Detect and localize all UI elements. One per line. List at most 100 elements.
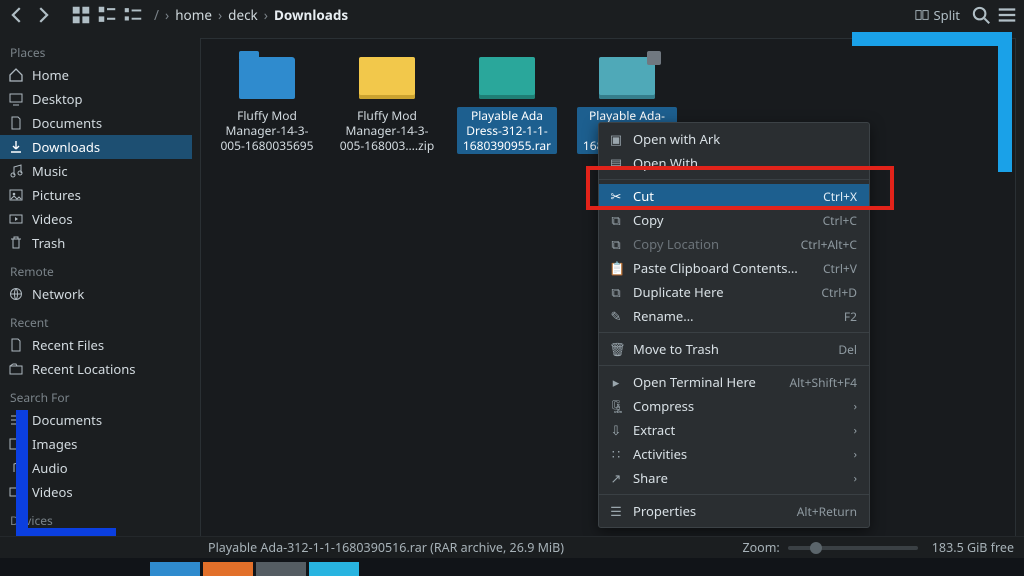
file-item-selected[interactable]: Playable Ada Dress-312-1-1-1680390955.ra… <box>457 57 557 154</box>
copy-location-icon: ⧉ <box>609 235 623 253</box>
sidebar-header-remote: Remote <box>0 255 192 282</box>
sidebar-item-recent-files[interactable]: Recent Files <box>0 333 192 357</box>
search-documents-icon <box>8 412 24 428</box>
taskbar-app[interactable] <box>256 562 306 576</box>
ctx-properties[interactable]: ☰PropertiesAlt+Return <box>599 499 869 523</box>
shortcut: Ctrl+V <box>823 260 857 277</box>
search-button[interactable] <box>970 4 992 26</box>
sidebar-search-documents[interactable]: Documents <box>0 408 192 432</box>
crumb-sep-icon: › <box>165 6 169 24</box>
sidebar-item-label: Home <box>32 66 69 84</box>
sidebar-item-label: Audio <box>32 459 68 477</box>
sidebar-item-label: Pictures <box>32 186 81 204</box>
search-images-icon <box>8 436 24 452</box>
taskbar-app[interactable] <box>309 562 359 576</box>
nav-back-button[interactable] <box>6 4 28 26</box>
ctx-duplicate[interactable]: ⧉Duplicate HereCtrl+D <box>599 280 869 304</box>
sidebar-item-home[interactable]: Home <box>0 63 192 87</box>
zoom-slider[interactable] <box>788 546 918 550</box>
sidebar-item-label: Trash <box>32 234 65 252</box>
sidebar-search-audio[interactable]: Audio <box>0 456 192 480</box>
videos-icon <box>8 211 24 227</box>
zoom-label: Zoom: <box>742 539 779 556</box>
ctx-compress[interactable]: 🗜Compress› <box>599 394 869 418</box>
sidebar-header-devices: Devices <box>0 504 192 531</box>
ctx-activities[interactable]: ∷Activities› <box>599 442 869 466</box>
hamburger-menu-button[interactable] <box>996 4 1018 26</box>
documents-icon <box>8 115 24 131</box>
status-file-info: Playable Ada-312-1-1-1680390516.rar (RAR… <box>208 539 564 556</box>
sidebar-item-videos[interactable]: Videos <box>0 207 192 231</box>
rename-icon: ✎ <box>609 307 623 325</box>
ctx-extract[interactable]: ⇩Extract› <box>599 418 869 442</box>
breadcrumb[interactable]: / › home › deck › Downloads <box>154 6 348 24</box>
taskbar-app[interactable] <box>203 562 253 576</box>
sidebar-item-label: Documents <box>32 411 102 429</box>
compress-icon: 🗜 <box>609 397 623 415</box>
sidebar-header-places: Places <box>0 36 192 63</box>
sidebar-item-documents[interactable]: Documents <box>0 111 192 135</box>
zip-icon <box>359 57 415 99</box>
file-item[interactable]: Fluffy Mod Manager-14-3-005-1680035695 <box>217 57 317 154</box>
search-audio-icon <box>8 460 24 476</box>
sidebar-item-label: Network <box>32 285 84 303</box>
sidebar-item-pictures[interactable]: Pictures <box>0 183 192 207</box>
sidebar-item-recent-locations[interactable]: Recent Locations <box>0 357 192 381</box>
ctx-cut[interactable]: ✂CutCtrl+X <box>599 184 869 208</box>
crumb-home[interactable]: home <box>175 6 212 24</box>
sidebar-item-label: Videos <box>32 483 73 501</box>
home-icon <box>8 67 24 83</box>
crumb-sep-icon: › <box>264 6 268 24</box>
view-details-button[interactable] <box>122 4 144 26</box>
ctx-open-with-ark[interactable]: ▣Open with Ark <box>599 127 869 151</box>
shortcut: Alt+Return <box>797 503 857 520</box>
file-item[interactable]: Fluffy Mod Manager-14-3-005-168003….zip <box>337 57 437 154</box>
sidebar-item-desktop[interactable]: Desktop <box>0 87 192 111</box>
extract-icon: ⇩ <box>609 421 623 439</box>
taskbar-app[interactable] <box>150 562 200 576</box>
chevron-right-icon: › <box>854 399 857 414</box>
shortcut: Ctrl+Alt+C <box>801 236 857 253</box>
rar-icon <box>479 57 535 99</box>
ctx-open-terminal[interactable]: ▸Open Terminal HereAlt+Shift+F4 <box>599 370 869 394</box>
desktop-icon <box>8 91 24 107</box>
sidebar-search-videos[interactable]: Videos <box>0 480 192 504</box>
chevron-right-icon: › <box>854 447 857 462</box>
disk-free: 183.5 GiB free <box>932 539 1014 556</box>
ctx-paste[interactable]: 📋Paste Clipboard Contents…Ctrl+V <box>599 256 869 280</box>
zoom-thumb[interactable] <box>810 542 822 554</box>
sidebar-item-trash[interactable]: Trash <box>0 231 192 255</box>
crumb-root[interactable]: / <box>154 6 159 24</box>
split-button[interactable]: Split <box>909 4 966 26</box>
file-name: Playable Ada Dress-312-1-1-1680390955.ra… <box>457 107 557 154</box>
ctx-share[interactable]: ↗Share› <box>599 466 869 490</box>
sidebar-search-images[interactable]: Images <box>0 432 192 456</box>
copy-icon: ⧉ <box>609 211 623 229</box>
ctx-open-with[interactable]: ▤Open With… <box>599 151 869 175</box>
view-compact-button[interactable] <box>96 4 118 26</box>
recent-locations-icon <box>8 361 24 377</box>
view-icons-button[interactable] <box>70 4 92 26</box>
nav-forward-button[interactable] <box>32 4 54 26</box>
sidebar-item-label: Downloads <box>32 138 100 156</box>
taskbar[interactable] <box>0 558 1024 576</box>
sidebar-item-label: Images <box>32 435 77 453</box>
ctx-rename[interactable]: ✎Rename…F2 <box>599 304 869 328</box>
cut-icon: ✂ <box>609 187 623 205</box>
shortcut: Ctrl+D <box>821 284 857 301</box>
folder-icon <box>239 57 295 99</box>
downloads-icon <box>8 139 24 155</box>
network-icon <box>8 286 24 302</box>
sidebar-item-label: Documents <box>32 114 102 132</box>
ctx-move-to-trash[interactable]: 🗑Move to TrashDel <box>599 337 869 361</box>
sidebar-item-network[interactable]: Network <box>0 282 192 306</box>
file-name: Fluffy Mod Manager-14-3-005-1680035695 <box>217 107 317 154</box>
music-icon <box>8 163 24 179</box>
ctx-copy[interactable]: ⧉CopyCtrl+C <box>599 208 869 232</box>
crumb-deck[interactable]: deck <box>228 6 258 24</box>
sidebar-item-downloads[interactable]: Downloads <box>0 135 192 159</box>
sidebar-item-music[interactable]: Music <box>0 159 192 183</box>
archive-icon: ▣ <box>609 130 623 148</box>
split-label: Split <box>933 6 960 24</box>
crumb-downloads[interactable]: Downloads <box>274 6 348 24</box>
